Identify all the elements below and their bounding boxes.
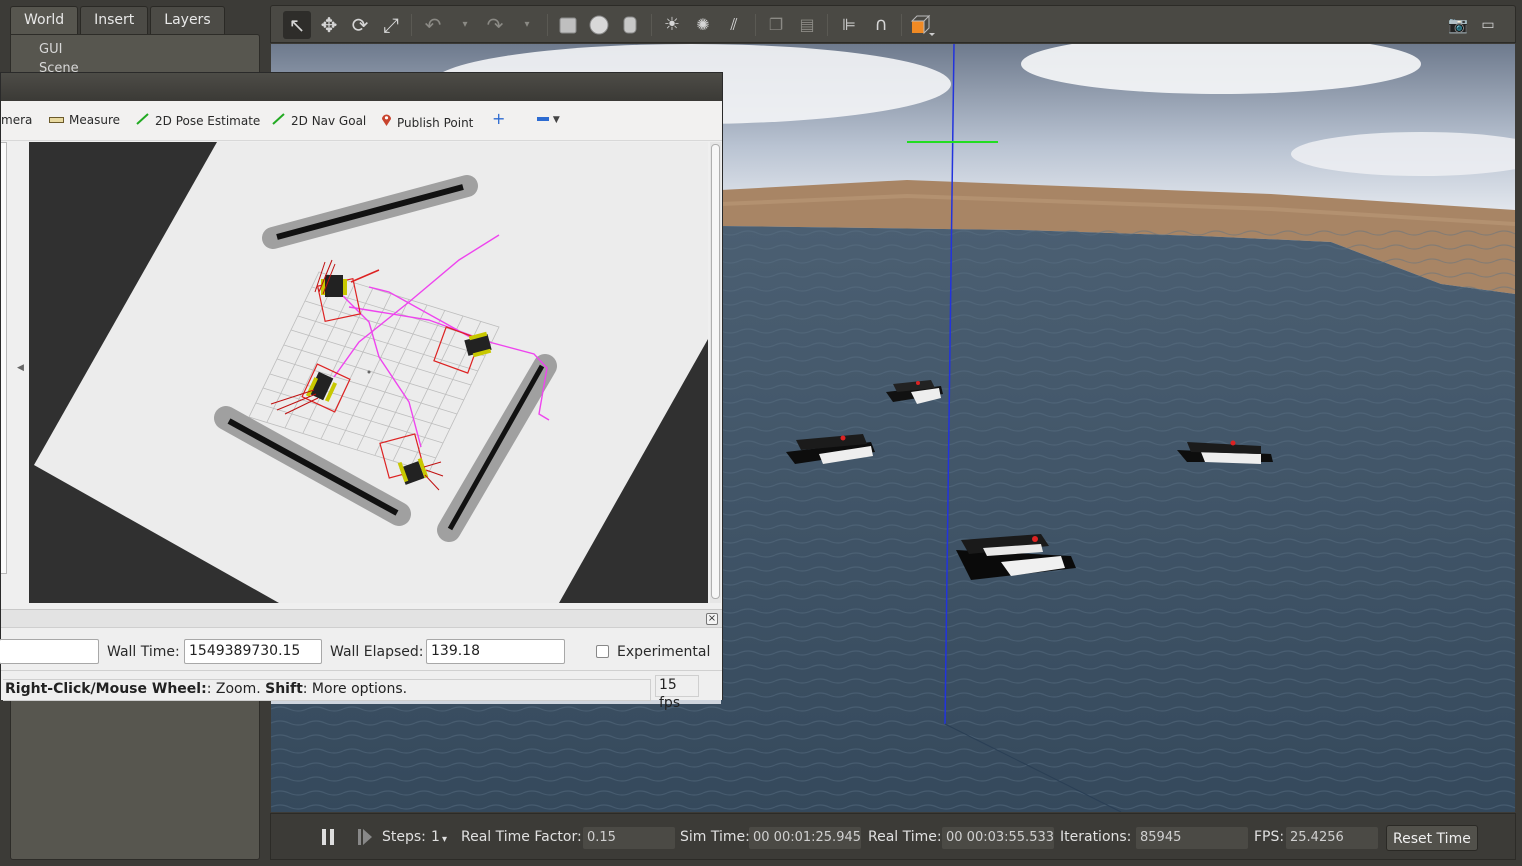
status-text-2: : More options. (302, 681, 408, 697)
map-pin-icon (381, 113, 392, 130)
view-angle-icon[interactable] (907, 11, 935, 39)
sim-time-field: 00 00:01:25.945 (749, 827, 861, 849)
screenshot-icon[interactable]: 📷 (1444, 11, 1472, 39)
snap-icon[interactable]: ∩ (867, 11, 895, 39)
gazebo-toolbar: ↖ ✥ ⟳ ⤢ ↶ ▾ ↷ ▾ ☀ ✺ ⫽ ❐ ▤ ⊫ ∩ 📷 ▭ (270, 5, 1516, 43)
toolbar-separator (901, 14, 902, 36)
toolbar-separator (755, 14, 756, 36)
tool-2d-nav-goal[interactable]: 2D Nav Goal (272, 113, 366, 128)
toolbar-separator (411, 14, 412, 36)
sphere-shape-icon[interactable] (585, 11, 613, 39)
pose-estimate-label: 2D Pose Estimate (155, 114, 261, 128)
displays-panel-edge[interactable] (1, 142, 7, 574)
scrollbar-thumb[interactable] (711, 144, 720, 599)
ros-elapsed-field (0, 639, 99, 664)
chevron-down-icon[interactable]: ▾ (442, 834, 447, 845)
tab-layers[interactable]: Layers (150, 6, 225, 34)
directional-light-icon[interactable]: ⫽ (720, 11, 748, 39)
status-bold-1: Right-Click/Mouse Wheel: (5, 681, 207, 697)
tool-2d-pose-estimate[interactable]: 2D Pose Estimate (136, 113, 260, 128)
minus-icon (537, 116, 549, 121)
rtf-field: 0.15 (583, 827, 675, 849)
toolbar-separator (651, 14, 652, 36)
plus-icon[interactable]: + (492, 109, 505, 128)
tool-move-camera[interactable]: mera (1, 113, 32, 127)
chevron-down-icon: ▼ (552, 115, 560, 125)
undo-history-icon[interactable]: ▾ (451, 11, 479, 39)
tab-world[interactable]: World (10, 6, 79, 34)
cylinder-shape-icon[interactable] (616, 11, 644, 39)
remove-tool-button[interactable]: ▼ (537, 111, 560, 125)
fps-field: 25.4256 (1286, 827, 1378, 849)
collapse-left-icon[interactable]: ◀ (17, 363, 24, 373)
wall-elapsed-label: Wall Elapsed: (330, 644, 424, 660)
paste-icon[interactable]: ▤ (793, 11, 821, 39)
sim-time-label: Sim Time: (680, 829, 750, 845)
redo-history-icon[interactable]: ▾ (513, 11, 541, 39)
select-mode-icon[interactable]: ↖ (283, 11, 311, 39)
measure-label: Measure (69, 113, 120, 127)
experimental-checkbox[interactable] (596, 645, 609, 658)
steps-label: Steps: (382, 829, 426, 845)
rviz-map-render (34, 142, 708, 603)
rviz-tools-panel: mera Measure 2D Pose Estimate 2D Nav Goa… (1, 101, 722, 141)
iterations-label: Iterations: (1060, 829, 1132, 845)
publish-point-label: Publish Point (397, 116, 474, 130)
pause-icon[interactable] (321, 828, 335, 846)
view-scrollbar[interactable] (710, 142, 721, 603)
toolbar-separator (827, 14, 828, 36)
tab-insert[interactable]: Insert (80, 6, 149, 34)
spot-light-icon[interactable]: ✺ (689, 11, 717, 39)
experimental-label: Experimental (617, 644, 711, 660)
tree-item-gui[interactable]: GUI (39, 42, 62, 57)
reset-time-button[interactable]: Reset Time (1386, 825, 1478, 851)
fps-label: FPS: (1254, 829, 1285, 845)
wall-elapsed-field: 139.18 (426, 639, 565, 664)
rtf-label: Real Time Factor: (461, 829, 582, 845)
rviz-titlebar[interactable] (1, 73, 722, 101)
real-time-label: Real Time: (868, 829, 942, 845)
rviz-3d-view[interactable] (29, 142, 708, 603)
real-time-field: 00 00:03:55.533 (942, 827, 1054, 849)
green-arrow-icon (136, 113, 150, 128)
iterations-field: 85945 (1136, 827, 1248, 849)
step-icon[interactable] (357, 828, 373, 846)
fps-display: 15 fps (655, 675, 699, 711)
scale-mode-icon[interactable]: ⤢ (377, 11, 405, 39)
status-hint: Right-Click/Mouse Wheel:: Zoom. Shift: M… (3, 679, 651, 701)
steps-spinbox[interactable]: 1 (431, 829, 440, 845)
status-bold-2: Shift (265, 681, 303, 697)
undo-icon[interactable]: ↶ (419, 11, 447, 39)
camera-tool-label: mera (1, 113, 33, 127)
close-icon[interactable]: × (706, 613, 718, 625)
tool-measure[interactable]: Measure (49, 113, 120, 127)
ruler-icon (49, 113, 64, 127)
left-panel-tabs: World Insert Layers (10, 6, 225, 34)
rviz-window: mera Measure 2D Pose Estimate 2D Nav Goa… (0, 72, 723, 711)
copy-icon[interactable]: ❐ (762, 11, 790, 39)
gazebo-bottom-bar: Steps: 1 ▾ Real Time Factor: 0.15 Sim Ti… (270, 813, 1516, 860)
align-icon[interactable]: ⊫ (835, 11, 863, 39)
wall-time-field: 1549389730.15 (184, 639, 322, 664)
toolbar-separator (547, 14, 548, 36)
status-bar: Right-Click/Mouse Wheel:: Zoom. Shift: M… (1, 670, 722, 711)
translate-mode-icon[interactable]: ✥ (315, 11, 343, 39)
wall-time-label: Wall Time: (107, 644, 180, 660)
time-panel: × Wall Time: 1549389730.15 Wall Elapsed:… (0, 609, 722, 665)
map-origin (367, 370, 371, 374)
redo-icon[interactable]: ↷ (481, 11, 509, 39)
log-icon[interactable]: ▭ (1474, 11, 1502, 39)
point-light-icon[interactable]: ☀ (658, 11, 686, 39)
status-text-1: : Zoom. (206, 681, 266, 697)
rotate-mode-icon[interactable]: ⟳ (346, 11, 374, 39)
green-arrow-icon (272, 113, 286, 128)
box-shape-icon[interactable] (554, 11, 582, 39)
nav-goal-label: 2D Nav Goal (291, 114, 367, 128)
time-panel-title: × (1, 610, 722, 628)
tool-publish-point[interactable]: Publish Point (381, 113, 473, 130)
